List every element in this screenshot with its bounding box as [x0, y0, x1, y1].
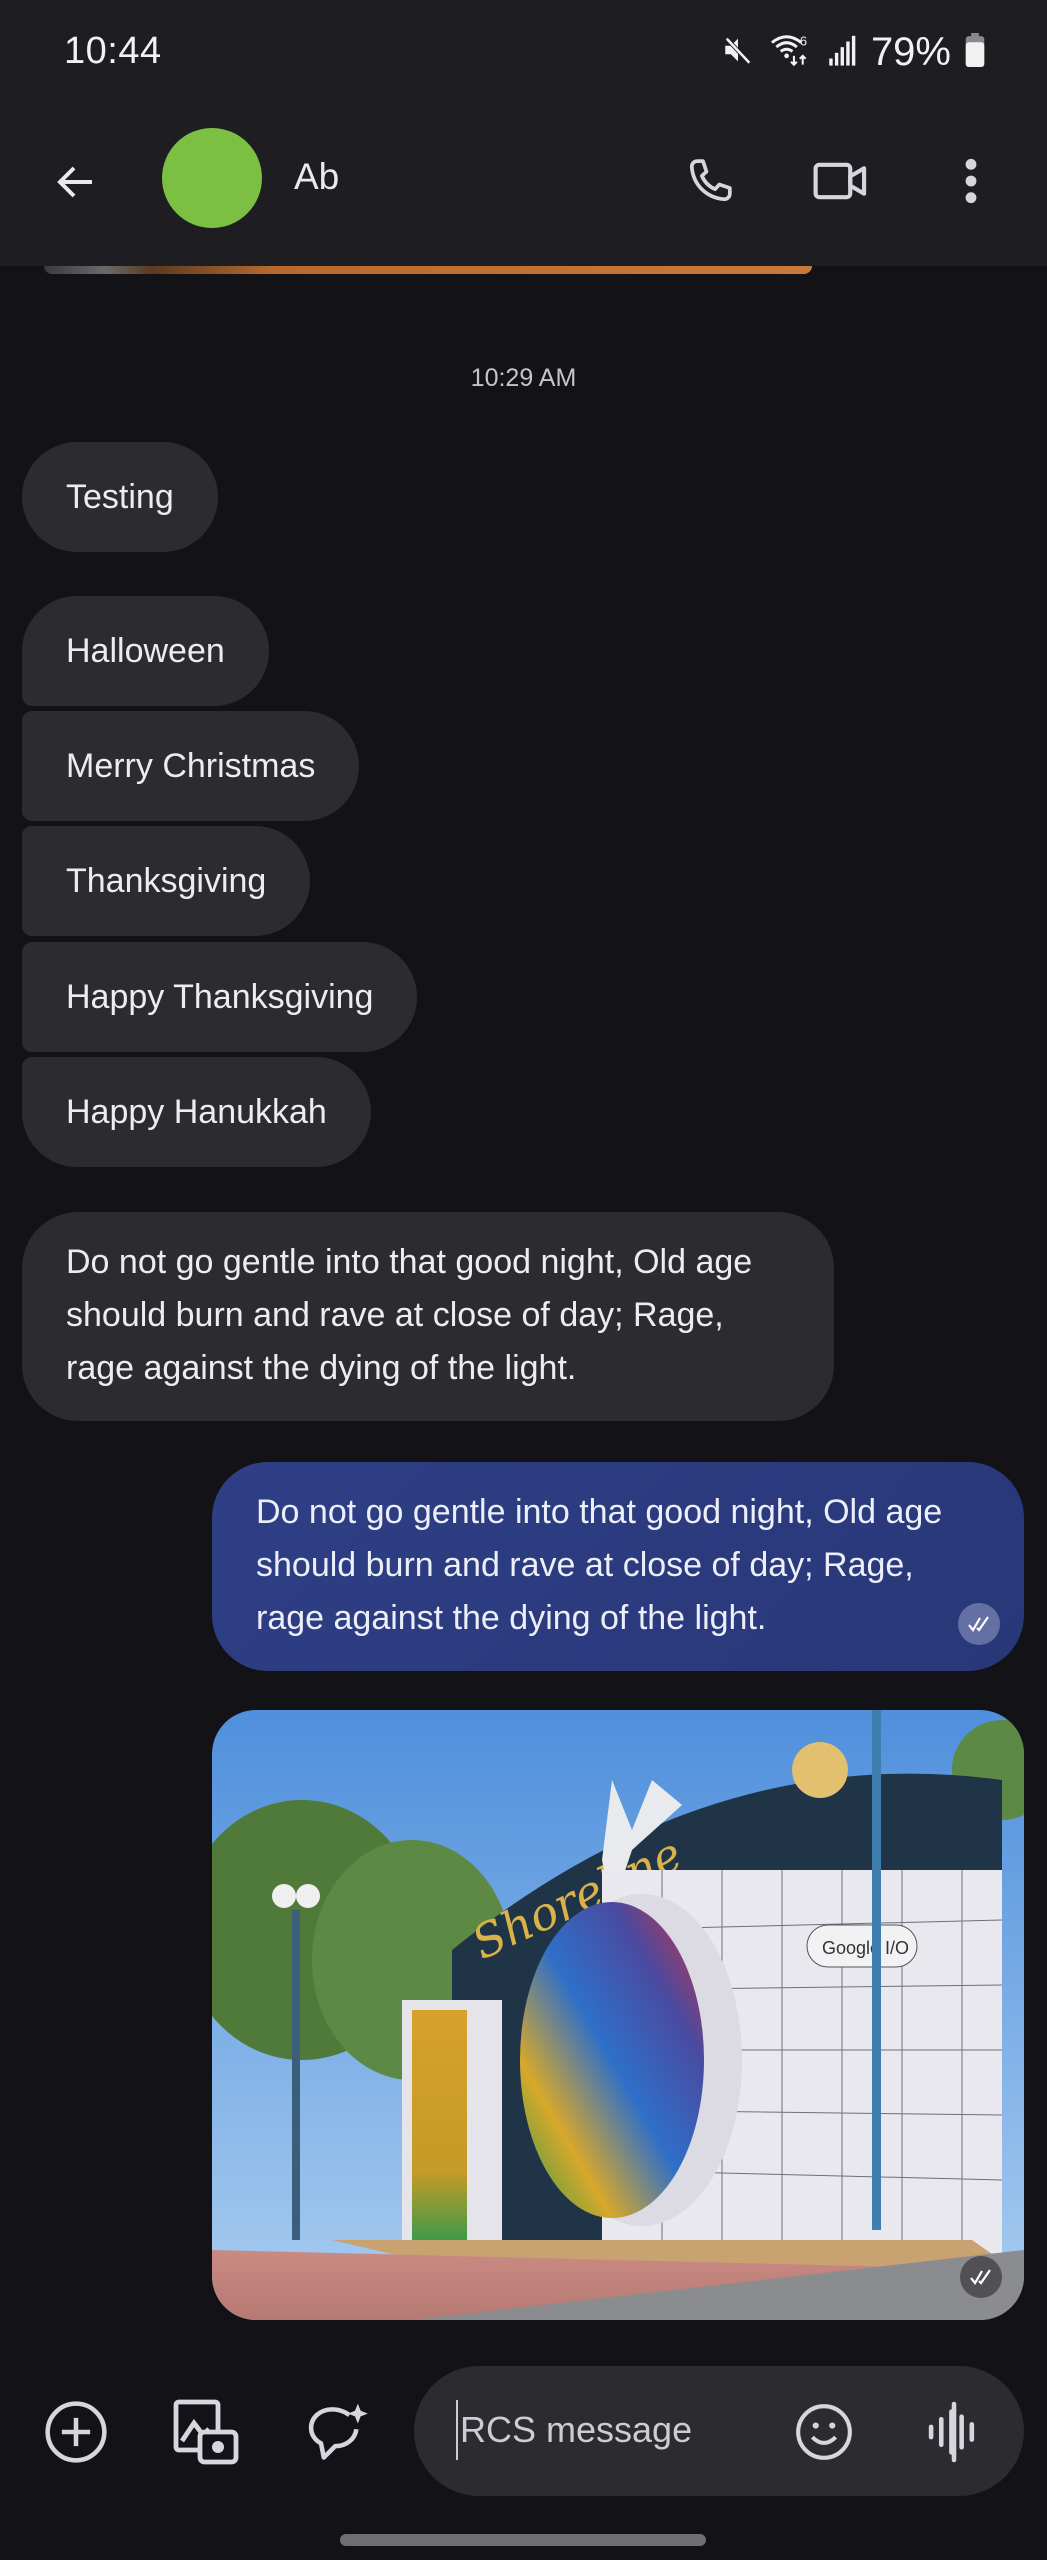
incoming-message[interactable]: Happy Hanukkah — [22, 1057, 371, 1167]
more-vert-icon — [965, 158, 977, 204]
message-text: Merry Christmas — [66, 746, 316, 785]
outgoing-photo-message[interactable]: Shoreline Google I/O — [212, 1710, 1024, 2320]
signal-icon — [827, 33, 857, 72]
incoming-message[interactable]: Halloween — [22, 596, 269, 706]
home-indicator[interactable] — [340, 2534, 706, 2546]
incoming-message[interactable]: Do not go gentle into that good night, O… — [22, 1212, 834, 1421]
previous-image-edge — [44, 266, 812, 274]
add-icon — [45, 2401, 107, 2463]
message-line: Do not go gentle into that good night, O… — [66, 1243, 753, 1281]
outgoing-message[interactable]: Do not go gentle into that good night, O… — [212, 1462, 1024, 1671]
message-text: Happy Thanksgiving — [66, 977, 374, 1016]
more-options-button[interactable] — [936, 146, 1006, 216]
wifi-6-icon: 6 — [769, 30, 813, 75]
incoming-message[interactable]: Testing — [22, 442, 218, 552]
status-icons: 6 79% — [721, 28, 985, 76]
compose-bar — [414, 2366, 1024, 2496]
read-receipt-icon — [960, 2256, 1002, 2298]
message-line: rage against the dying of the light. — [66, 1349, 577, 1387]
message-line: should burn and rave at close of day; Ra… — [256, 1546, 914, 1584]
message-line: Do not go gentle into that good night, O… — [256, 1493, 943, 1531]
emoji-button[interactable] — [784, 2392, 864, 2472]
message-text: Happy Hanukkah — [66, 1092, 327, 1131]
incoming-message[interactable]: Merry Christmas — [22, 711, 360, 821]
add-attachment-button[interactable] — [36, 2392, 116, 2472]
battery-icon — [965, 32, 985, 72]
gallery-camera-icon — [173, 2399, 239, 2465]
battery-percent: 79% — [870, 29, 951, 74]
shoreline-photo: Shoreline Google I/O — [212, 1710, 1024, 2320]
contact-avatar[interactable] — [162, 128, 262, 228]
contact-name[interactable]: Ab — [294, 156, 339, 198]
read-receipt-icon — [958, 1603, 1000, 1645]
message-input[interactable] — [456, 2400, 786, 2460]
back-button[interactable] — [46, 152, 106, 212]
message-timestamp: 10:29 AM — [470, 364, 577, 392]
svg-text:6: 6 — [800, 33, 807, 48]
call-button[interactable] — [675, 146, 745, 216]
incoming-message[interactable]: Happy Thanksgiving — [22, 942, 418, 1052]
message-line: should burn and rave at close of day; Ra… — [66, 1296, 724, 1334]
google-io-sign: Google I/O — [822, 1938, 909, 1958]
message-text: Thanksgiving — [66, 861, 267, 900]
message-line: rage against the dying of the light. — [256, 1599, 767, 1637]
incoming-message[interactable]: Thanksgiving — [22, 826, 311, 936]
status-bar: 10:44 6 79% — [0, 0, 1047, 100]
back-arrow-icon — [57, 166, 92, 198]
phone-icon — [689, 159, 732, 202]
gallery-camera-button[interactable] — [166, 2392, 246, 2472]
message-text: Halloween — [66, 631, 225, 670]
emoji-icon — [796, 2404, 852, 2460]
conversation-header: Ab — [0, 100, 1047, 266]
video-call-button[interactable] — [806, 146, 876, 216]
ai-suggest-icon — [308, 2403, 368, 2460]
voice-message-icon — [928, 2401, 975, 2463]
video-call-icon — [813, 162, 867, 200]
ai-suggestions-button[interactable] — [298, 2392, 378, 2472]
message-text: Testing — [66, 477, 174, 516]
status-time: 10:44 — [64, 30, 162, 72]
voice-message-button[interactable] — [914, 2392, 994, 2472]
mute-icon — [721, 33, 755, 72]
